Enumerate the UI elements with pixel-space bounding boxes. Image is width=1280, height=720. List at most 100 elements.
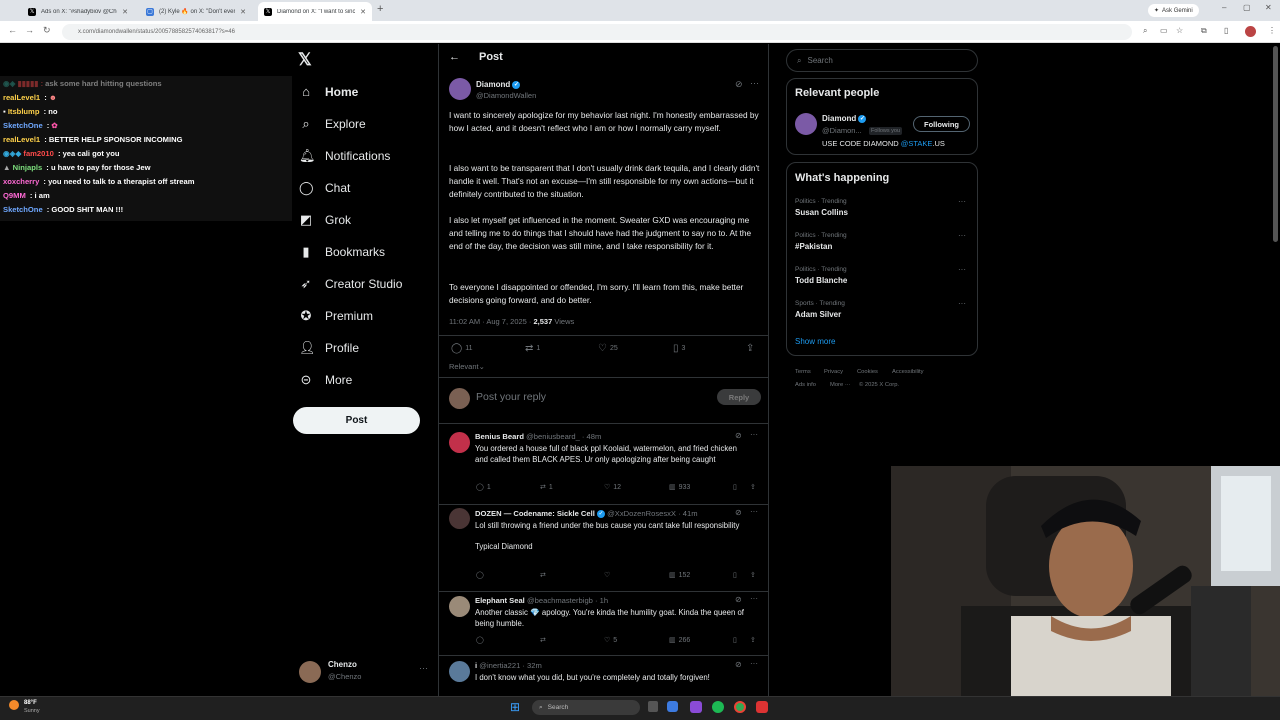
repost-action[interactable]: ⇄ xyxy=(540,636,546,644)
views-action[interactable]: ▥ 933 xyxy=(669,483,690,492)
trend-item[interactable]: Susan Collins xyxy=(795,208,848,217)
sidebar-toggle-icon[interactable]: ▯ xyxy=(1224,26,1228,35)
account-switcher[interactable]: Chenzo @Chenzo ··· xyxy=(299,659,429,687)
taskbar-search[interactable]: ⌕ Search xyxy=(532,700,640,715)
reply-submit-button[interactable]: Reply xyxy=(717,389,761,405)
like-action[interactable]: ♡ 5 xyxy=(604,636,617,645)
grok-analyze-icon[interactable]: ⊘ xyxy=(735,660,742,669)
grok-analyze-icon[interactable]: ⊘ xyxy=(735,595,742,604)
share-icon[interactable]: ⇪ xyxy=(750,483,756,491)
close-tab-icon[interactable]: ✕ xyxy=(122,8,128,16)
trend-item[interactable]: Adam Silver xyxy=(795,310,841,319)
reply-avatar[interactable] xyxy=(449,661,470,682)
nav-premium[interactable]: ✪ Premium xyxy=(299,308,373,324)
following-button[interactable]: Following xyxy=(913,116,970,132)
share-action[interactable]: ⇪ xyxy=(746,343,754,354)
copilot-icon[interactable] xyxy=(667,701,678,712)
share-icon[interactable]: ⇪ xyxy=(750,571,756,579)
more-dots-icon[interactable]: ··· xyxy=(958,299,966,308)
author-avatar[interactable] xyxy=(449,78,471,100)
footer-link[interactable]: Cookies xyxy=(857,369,878,375)
views-action[interactable]: ▥ 152 xyxy=(669,571,690,580)
nav-notifications[interactable]: 🔔︎ Notifications xyxy=(299,148,390,164)
back-arrow-icon[interactable]: ← xyxy=(8,25,17,35)
bookmark-action[interactable]: ▯ 3 xyxy=(673,343,685,354)
more-dots-icon[interactable]: ··· xyxy=(958,265,966,274)
task-view-icon[interactable] xyxy=(648,701,658,712)
author-name-row[interactable]: Diamond ✓ xyxy=(476,80,521,89)
close-window-icon[interactable]: ✕ xyxy=(1265,3,1272,12)
bio-link[interactable]: @STAKE xyxy=(901,139,933,148)
reload-icon[interactable]: ↻ xyxy=(43,25,51,36)
weather-sun-icon[interactable] xyxy=(9,700,19,710)
reply-action[interactable]: ◯ 11 xyxy=(451,343,472,354)
reply-action[interactable]: ◯ 1 xyxy=(476,483,491,492)
browser-tab-3-active[interactable]: 𝕏 Diamond on X: "I want to since ✕ xyxy=(258,2,372,21)
bookmark-icon[interactable]: ▯ xyxy=(733,571,737,579)
more-dots-icon[interactable]: ··· xyxy=(958,197,966,206)
nav-grok[interactable]: ◩ Grok xyxy=(299,212,351,228)
more-dots-icon[interactable]: ··· xyxy=(750,507,758,516)
repost-action[interactable]: ⇄ xyxy=(540,571,546,579)
zoom-icon[interactable]: ⌕ xyxy=(1143,26,1147,36)
views-action[interactable]: ▥ 266 xyxy=(669,636,690,645)
footer-link[interactable]: Privacy xyxy=(824,369,843,375)
sort-dropdown[interactable]: Relevant⌄ xyxy=(449,362,485,371)
bookmark-icon[interactable]: ▯ xyxy=(733,636,737,644)
reply-avatar[interactable] xyxy=(449,432,470,453)
share-icon[interactable]: ⇪ xyxy=(750,636,756,644)
footer-link[interactable]: Accessibility xyxy=(892,369,924,375)
nav-home[interactable]: ⌂ Home xyxy=(299,84,358,99)
like-action[interactable]: ♡ 12 xyxy=(604,483,621,492)
footer-link[interactable]: Terms xyxy=(795,369,811,375)
grok-analyze-icon[interactable]: ⊘ xyxy=(735,508,742,517)
nav-profile[interactable]: 👤︎ Profile xyxy=(299,340,359,356)
obs-icon[interactable] xyxy=(756,701,768,713)
grok-analyze-icon[interactable]: ⊘ xyxy=(735,79,743,90)
page-scrollbar-thumb[interactable] xyxy=(1273,46,1278,242)
repost-action[interactable]: ⇄ 1 xyxy=(540,483,553,492)
spotify-icon[interactable] xyxy=(712,701,724,713)
nav-more[interactable]: ⊝ More xyxy=(299,372,353,388)
person-avatar[interactable] xyxy=(795,113,817,135)
browser-menu-icon[interactable]: ⋮ xyxy=(1268,26,1276,35)
show-more-link[interactable]: Show more xyxy=(795,337,835,346)
cast-icon[interactable]: ▭ xyxy=(1160,26,1168,35)
like-action[interactable]: ♡ xyxy=(604,571,610,579)
nav-creator-studio[interactable]: ➶ Creator Studio xyxy=(299,276,403,292)
bookmark-star-icon[interactable]: ☆ xyxy=(1176,26,1183,35)
back-arrow-icon[interactable]: ← xyxy=(449,51,460,63)
more-dots-icon[interactable]: ··· xyxy=(750,78,759,88)
reply-action[interactable]: ◯ xyxy=(476,571,484,579)
close-tab-icon[interactable]: ✕ xyxy=(360,8,366,16)
nav-chat[interactable]: ◯ Chat xyxy=(299,180,350,196)
url-field[interactable]: x.com/diamondwallen/status/2005788582574… xyxy=(62,24,1132,40)
profile-avatar[interactable] xyxy=(1245,26,1256,37)
author-handle[interactable]: @DiamondWallen xyxy=(476,91,536,100)
windows-start-icon[interactable]: ⊞ xyxy=(510,701,522,713)
reply-avatar[interactable] xyxy=(449,508,470,529)
discord-icon[interactable] xyxy=(690,701,702,713)
chrome-icon[interactable] xyxy=(734,701,746,713)
more-dots-icon[interactable]: ··· xyxy=(750,594,758,603)
like-action[interactable]: ♡ 25 xyxy=(598,343,618,354)
more-dots-icon[interactable]: ··· xyxy=(750,430,758,439)
ask-gemini-button[interactable]: ✦ Ask Gemini xyxy=(1148,4,1199,17)
person-name-row[interactable]: Diamond ✓ xyxy=(822,114,867,123)
footer-link[interactable]: Ads info xyxy=(795,382,816,388)
x-logo-icon[interactable]: 𝕏 xyxy=(298,50,312,70)
browser-tab-2[interactable]: ▢ (2) Kyle 🔥 on X: "Don't ever tr ✕ xyxy=(140,2,252,21)
search-input[interactable]: ⌕ Search xyxy=(786,49,978,72)
reply-action[interactable]: ◯ xyxy=(476,636,484,644)
nav-bookmarks[interactable]: ▮ Bookmarks xyxy=(299,244,385,260)
compose-post-button[interactable]: Post xyxy=(293,407,420,434)
reply-avatar[interactable] xyxy=(449,596,470,617)
more-dots-icon[interactable]: ··· xyxy=(958,231,966,240)
bookmark-icon[interactable]: ▯ xyxy=(733,483,737,491)
more-dots-icon[interactable]: ··· xyxy=(750,659,758,668)
minimize-window-icon[interactable]: – xyxy=(1222,3,1226,12)
new-tab-icon[interactable]: + xyxy=(377,3,383,15)
reply-input[interactable]: Post your reply xyxy=(476,391,546,403)
repost-action[interactable]: ⇄ 1 xyxy=(525,343,540,354)
close-tab-icon[interactable]: ✕ xyxy=(240,8,246,16)
